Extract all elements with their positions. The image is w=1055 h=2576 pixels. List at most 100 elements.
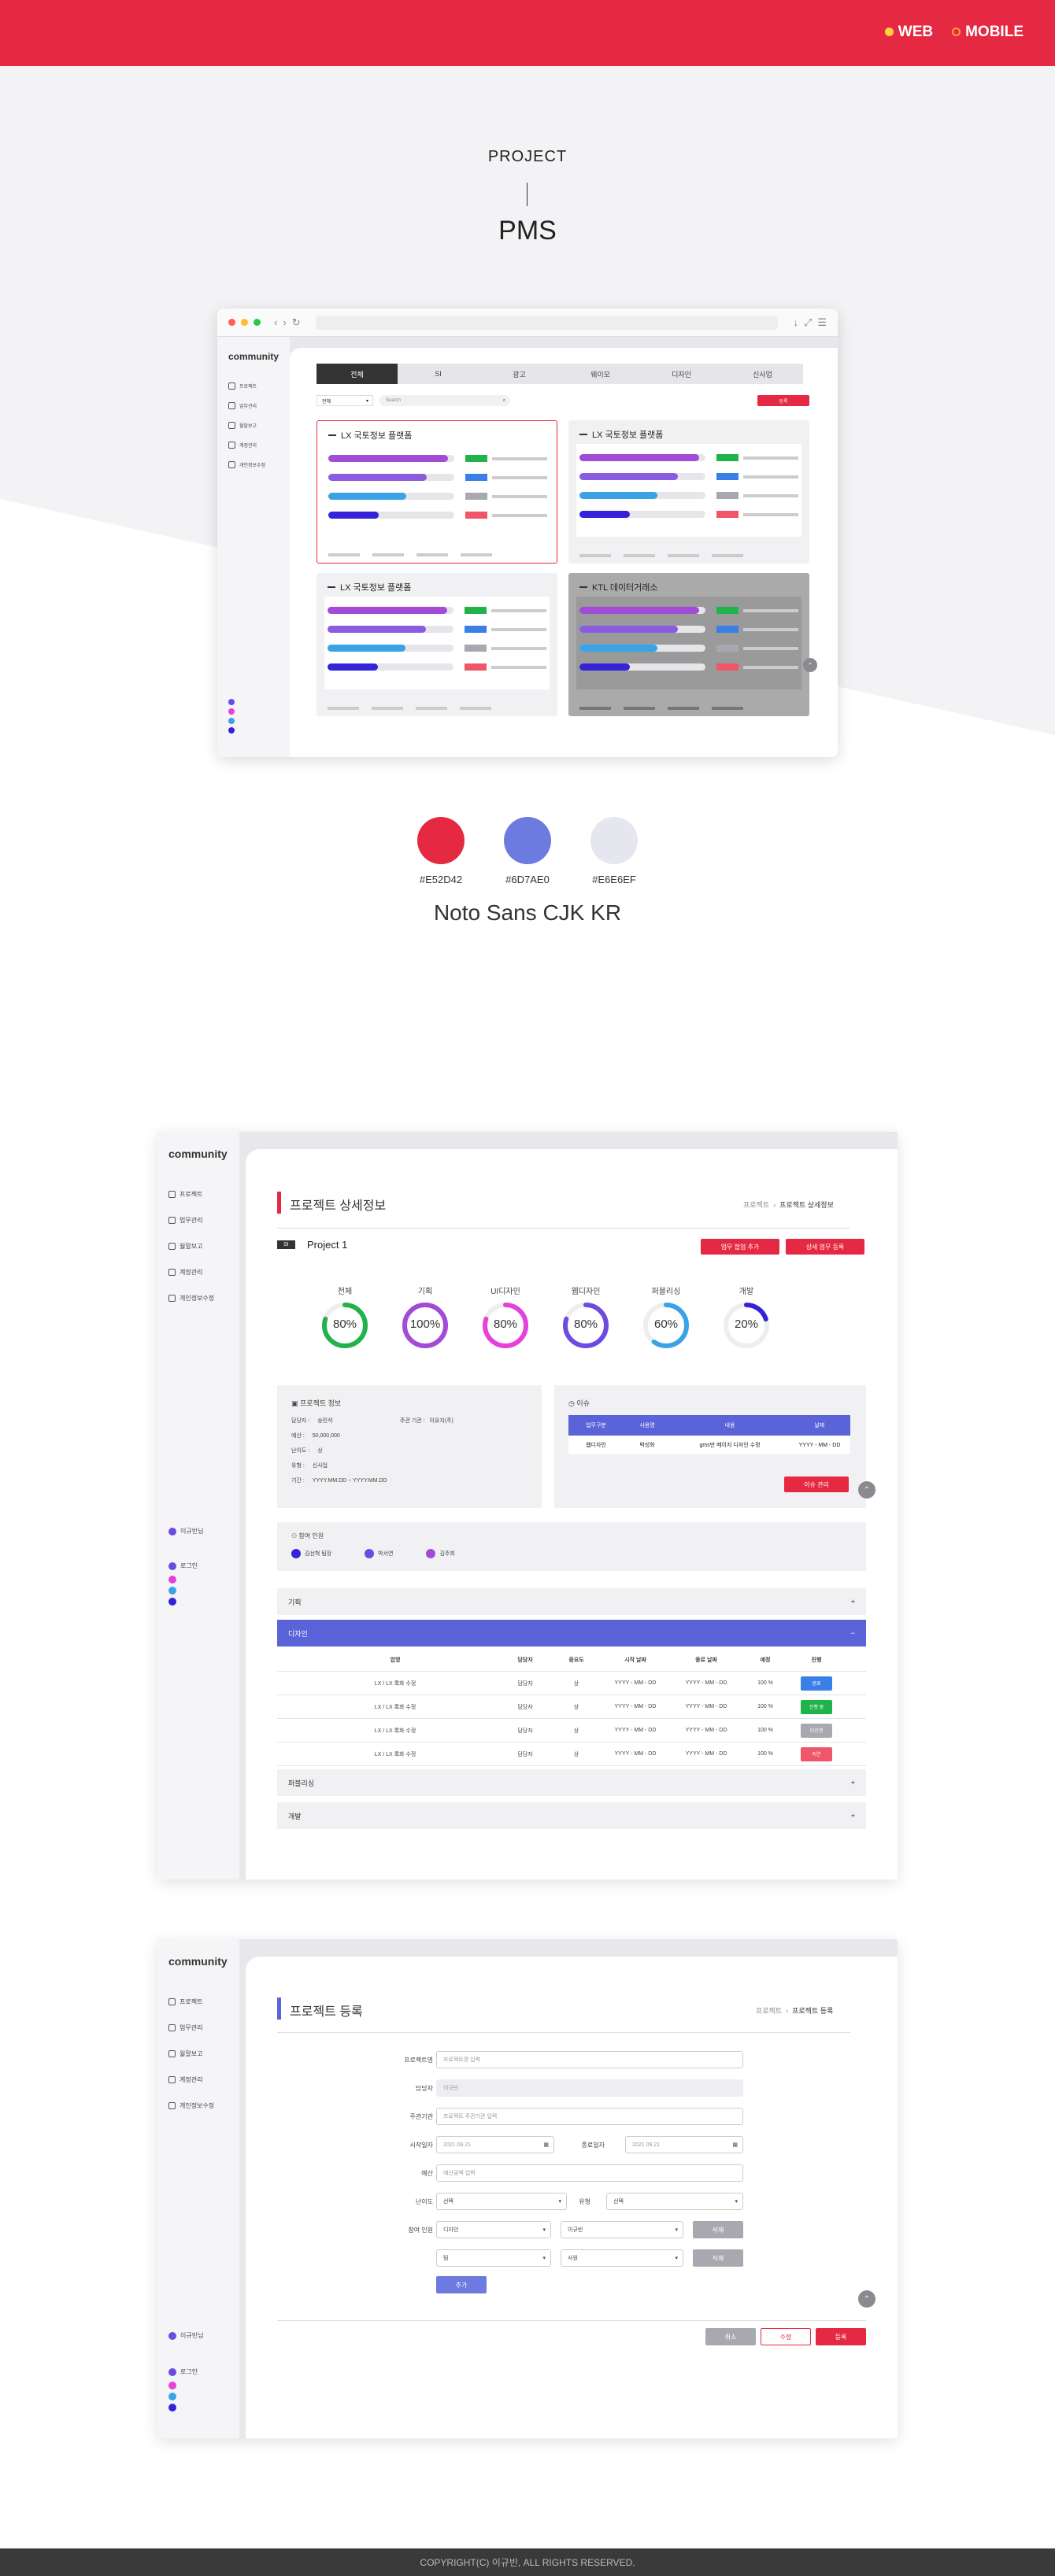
menu-item-icon — [168, 1269, 176, 1276]
card-head: LX 국토정보 플랫폼 — [579, 428, 663, 441]
progress-track — [328, 607, 453, 614]
sidebar-item[interactable]: 계정관리 — [168, 2075, 214, 2084]
sidebar-item-label: 월말보고 — [180, 1243, 203, 1250]
sidebar-item[interactable]: 프로젝트 — [228, 383, 265, 390]
download-icon[interactable]: ↓ — [793, 316, 798, 328]
person-select[interactable]: 사원 ▾ — [561, 2249, 683, 2267]
sidebar-item[interactable]: 업무관리 — [228, 402, 265, 409]
table-cell: 상 — [573, 1680, 579, 1687]
name-label: 프로젝트명 — [404, 2057, 433, 2064]
progress-fill — [579, 626, 678, 633]
status-badge — [465, 663, 487, 671]
sidebar-item[interactable]: 계정관리 — [168, 1268, 214, 1277]
accordion-item[interactable]: 디자인 − — [277, 1620, 866, 1646]
sidebar-item[interactable]: 개인정보수정 — [228, 461, 265, 468]
accordion-item[interactable]: 퍼블리싱 + — [277, 1769, 866, 1796]
members-label: 참여 인원 — [408, 2227, 433, 2234]
url-bar[interactable] — [315, 315, 779, 330]
detail-register-button[interactable]: 상세 업무 등록 — [786, 1239, 864, 1255]
login-link[interactable]: 로그인 — [168, 1561, 198, 1570]
sidebar-item[interactable]: 개인정보수정 — [168, 2101, 214, 2110]
end-date-input[interactable]: 2021.09.21 ▦ — [625, 2136, 743, 2153]
logo[interactable]: community — [228, 351, 279, 362]
project-card[interactable]: LX 국토정보 플랫폼 — [316, 420, 557, 564]
project-card[interactable]: LX 국토정보 플랫폼 — [316, 573, 557, 716]
owner-input[interactable]: 이규빈 — [436, 2079, 743, 2097]
progress-track — [328, 493, 454, 500]
issue-cell: gms만 메이지 디자인 수정 — [699, 1443, 761, 1448]
mobile-link[interactable]: MOBILE — [952, 24, 1024, 41]
filter-select[interactable]: 전체 ▾ — [316, 395, 373, 406]
menu-icon[interactable]: ☰ — [817, 316, 827, 329]
login-link[interactable]: 로그인 — [168, 2367, 198, 2376]
sidebar-item-label: 업무관리 — [180, 2024, 203, 2031]
issue-manage-button[interactable]: 이슈 관리 — [784, 1476, 849, 1492]
scroll-top-icon[interactable]: ⌃ — [858, 2290, 875, 2308]
project-card[interactable]: KTL 데이터거래소 — [568, 573, 809, 716]
divider — [527, 183, 528, 206]
table-cell: 100 % — [757, 1751, 773, 1757]
user-menu[interactable]: 이규빈님 — [168, 1527, 203, 1536]
issue-cell: 웹디자인 — [586, 1443, 606, 1448]
add-work-button[interactable]: 업무 협업 추가 — [701, 1239, 779, 1255]
start-date-input[interactable]: 2021.09.21 ▦ — [436, 2136, 554, 2153]
accordion-item[interactable]: 개발 + — [277, 1802, 866, 1829]
team-select[interactable]: 팀 ▾ — [436, 2249, 551, 2267]
sidebar-item[interactable]: 월말보고 — [168, 1242, 214, 1251]
tab[interactable]: 광고 — [479, 364, 560, 384]
delete-button[interactable]: 삭제 — [693, 2221, 743, 2238]
sidebar-item[interactable]: 월말보고 — [168, 2049, 214, 2058]
sidebar-item[interactable]: 프로젝트 — [168, 1190, 214, 1199]
status-button[interactable]: 미진행 — [801, 1723, 832, 1738]
tab[interactable]: 웨이모 — [560, 364, 641, 384]
scroll-top-icon[interactable]: ⌃ — [858, 1481, 875, 1499]
gauge-label: 기획 — [417, 1288, 433, 1296]
submit-button[interactable]: 등록 — [816, 2328, 866, 2345]
budget-input[interactable]: 예산금액 입력 — [436, 2164, 743, 2182]
sidebar-item[interactable]: 업무관리 — [168, 2023, 214, 2032]
top-nav: WEB MOBILE — [884, 24, 1024, 41]
status-badge — [716, 511, 738, 518]
status-button[interactable]: 지연 — [801, 1746, 832, 1761]
hero-section: PROJECT PMS ‹ › ↻ ↓ ⤢ ☰ community 프로젝트 업무… — [0, 66, 1055, 1023]
sidebar-item[interactable]: 월말보고 — [228, 422, 265, 429]
expand-icon[interactable]: ⤢ — [804, 316, 812, 329]
type-select[interactable]: 선택 ▾ — [606, 2193, 743, 2210]
org-input[interactable]: 프로젝트 주관기관 입력 — [436, 2108, 743, 2125]
browser-chrome: ‹ › ↻ ↓ ⤢ ☰ — [217, 309, 838, 337]
edit-button[interactable]: 수정 — [761, 2328, 811, 2345]
sidebar-item[interactable]: 업무관리 — [168, 1216, 214, 1225]
sidebar-item[interactable]: 프로젝트 — [168, 1998, 214, 2006]
search-input[interactable]: Search ⌕ — [379, 395, 510, 406]
sidebar-item[interactable]: 계정관리 — [228, 442, 265, 449]
tab[interactable]: 전체 — [316, 364, 398, 384]
web-link[interactable]: WEB — [884, 24, 933, 41]
tab[interactable]: 디자인 — [641, 364, 722, 384]
sidebar-item[interactable]: 개인정보수정 — [168, 1294, 214, 1303]
back-icon[interactable]: ‹ — [274, 316, 277, 328]
logo[interactable]: community — [168, 1955, 228, 1968]
table-cell: YYYY - MM - DD — [685, 1728, 727, 1733]
cancel-button[interactable]: 취소 — [705, 2328, 756, 2345]
reload-icon[interactable]: ↻ — [292, 316, 301, 329]
register-button[interactable]: 등록 — [757, 395, 809, 406]
team-select[interactable]: 디자인 ▾ — [436, 2221, 551, 2238]
progress-row — [328, 606, 546, 615]
project-card[interactable]: LX 국토정보 플랫폼 — [568, 420, 809, 564]
tab[interactable]: SI — [398, 364, 479, 384]
add-member-button[interactable]: 추가 — [436, 2276, 487, 2293]
person-select[interactable]: 이규빈 ▾ — [561, 2221, 683, 2238]
tab[interactable]: 신사업 — [722, 364, 803, 384]
delete-button[interactable]: 삭제 — [693, 2249, 743, 2267]
owner-label: 담당자 — [415, 2085, 433, 2092]
accordion-item[interactable]: 기획 + — [277, 1588, 866, 1615]
status-button[interactable]: 완료 — [801, 1676, 832, 1691]
user-menu[interactable]: 이규빈님 — [168, 2331, 203, 2340]
status-button[interactable]: 진행 중 — [801, 1699, 832, 1714]
budget-label: 예산 — [421, 2170, 433, 2177]
status-desc — [491, 608, 546, 612]
forward-icon[interactable]: › — [283, 316, 286, 328]
name-input[interactable]: 프로젝트명 입력 — [436, 2051, 743, 2068]
logo[interactable]: community — [168, 1148, 228, 1160]
scroll-top-icon[interactable]: ⌃ — [803, 658, 817, 672]
